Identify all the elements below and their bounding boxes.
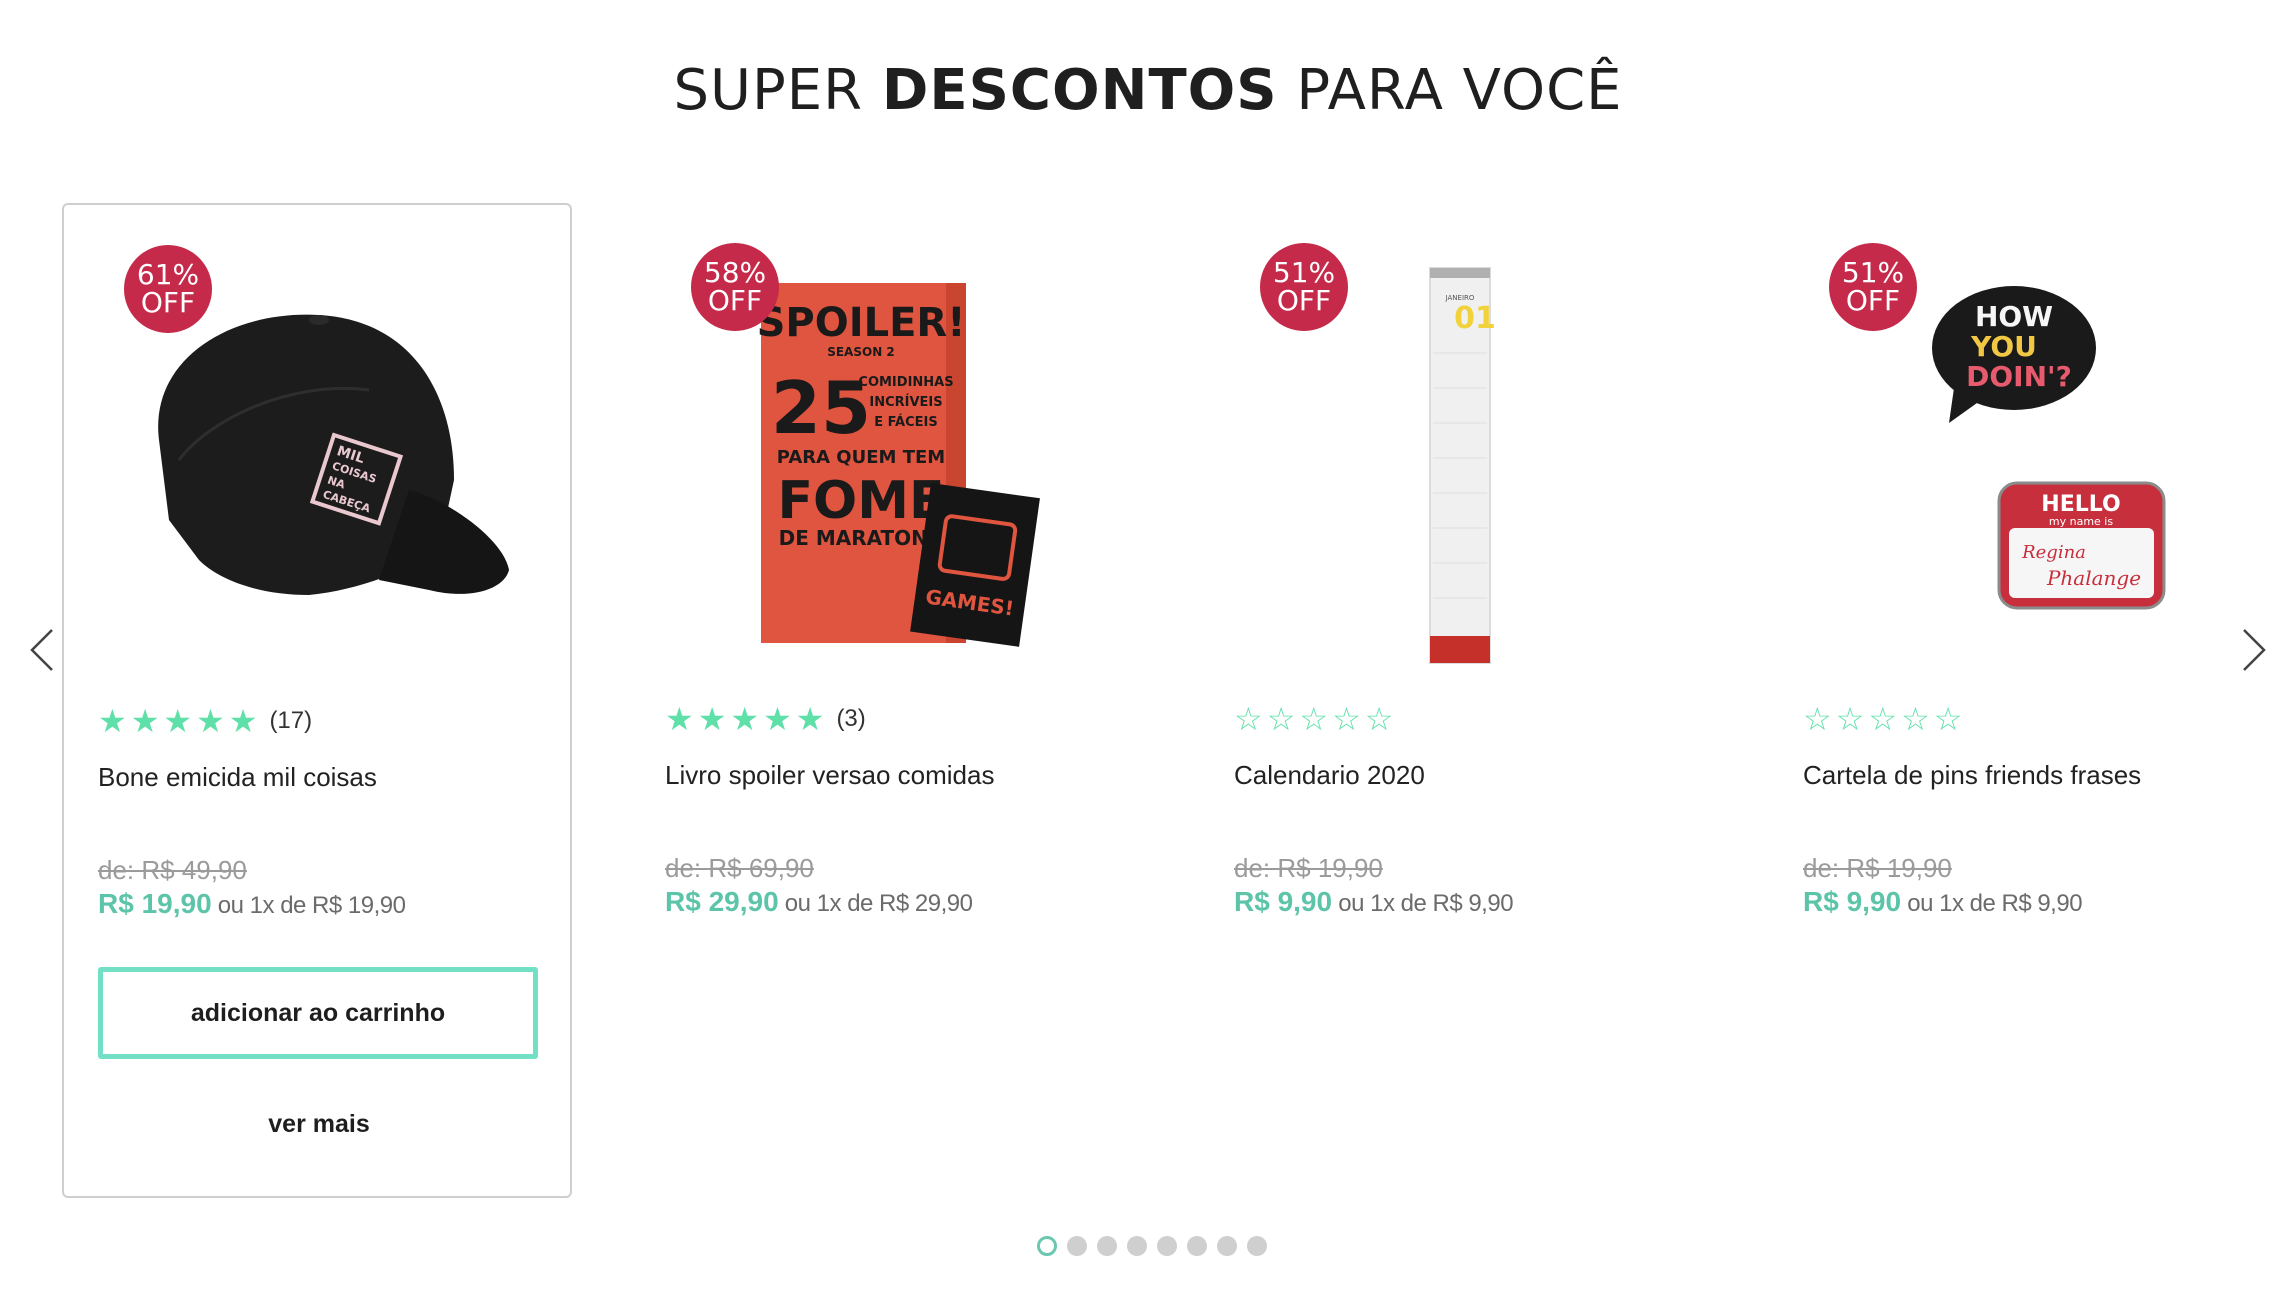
installment-text: ou 1x de R$ 19,90	[211, 892, 406, 919]
chevron-left-icon	[30, 629, 53, 671]
product-rating: ☆ ☆ ☆ ☆ ☆	[1234, 703, 1393, 735]
product-card[interactable]: 51% OFF HOW YOU DOIN'? HELLO my name is …	[1769, 203, 2279, 1198]
rating-count: (3)	[836, 705, 866, 732]
pin-text: Regina	[2021, 542, 2086, 563]
star-icon: ★	[795, 701, 825, 737]
book-title-text: PARA QUEM TEM	[777, 447, 945, 468]
book-title-text: FOME	[778, 471, 945, 531]
discount-percent: 51%	[1272, 256, 1336, 289]
discount-off-label: OFF	[707, 284, 763, 317]
product-rating: ★ ★ ★ ★ ★ (17)	[98, 705, 312, 737]
star-outline-icon: ☆	[1933, 701, 1963, 737]
new-price: R$ 9,90	[1234, 886, 1333, 917]
star-outline-icon: ☆	[1868, 701, 1898, 737]
rating-count: (17)	[269, 707, 313, 734]
price-line: R$ 9,90 ou 1x de R$ 9,90	[1234, 886, 1514, 918]
pin-text: YOU	[1970, 330, 2037, 363]
pagination-dot[interactable]	[1126, 1236, 1147, 1256]
star-outline-icon: ☆	[1364, 701, 1394, 737]
old-price: de: R$ 69,90	[665, 853, 814, 883]
book-title-text: E FÁCEIS	[874, 414, 937, 430]
new-price: R$ 19,90	[98, 888, 212, 919]
old-price: de: R$ 49,90	[98, 855, 247, 885]
discount-badge: 61% OFF	[124, 245, 212, 333]
discount-badge: 51% OFF	[1260, 243, 1348, 331]
new-price: R$ 9,90	[1803, 886, 1902, 917]
pin-text: HELLO	[2041, 492, 2120, 517]
title-light: SUPER	[673, 58, 882, 123]
product-name[interactable]: Calendario 2020	[1234, 760, 1425, 791]
pagination-dot[interactable]	[1186, 1236, 1207, 1256]
pagination-dot[interactable]	[1036, 1236, 1057, 1256]
price-line: R$ 19,90 ou 1x de R$ 19,90	[98, 888, 406, 920]
discount-percent: 51%	[1841, 256, 1905, 289]
old-price: de: R$ 19,90	[1234, 853, 1383, 883]
star-icon: ★	[196, 703, 225, 739]
price-line: R$ 29,90 ou 1x de R$ 29,90	[665, 886, 973, 918]
installment-text: ou 1x de R$ 9,90	[1901, 890, 2083, 917]
product-rating: ☆ ☆ ☆ ☆ ☆	[1803, 703, 1962, 735]
installment-text: ou 1x de R$ 9,90	[1332, 890, 1514, 917]
product-card[interactable]: 58% OFF SPOILER! SEASON 2 25 COMIDINHAS …	[631, 203, 1141, 1198]
pagination-dot[interactable]	[1156, 1236, 1177, 1256]
product-name[interactable]: Bone emicida mil coisas	[98, 762, 377, 793]
discount-off-label: OFF	[1845, 284, 1901, 317]
discount-off-label: OFF	[1276, 284, 1332, 317]
star-outline-icon: ☆	[1901, 701, 1930, 737]
book-title-text: 25	[771, 366, 871, 450]
new-price: R$ 29,90	[665, 886, 779, 917]
product-card[interactable]: 61% OFF MIL COISAS NA CABEÇA ★ ★ ★ ★ ★ (…	[62, 203, 572, 1198]
discount-percent: 58%	[703, 256, 767, 289]
star-outline-icon: ☆	[1332, 701, 1361, 737]
discount-badge: 51% OFF	[1829, 243, 1917, 331]
star-outline-icon: ☆	[1266, 701, 1296, 737]
star-outline-icon: ☆	[1234, 701, 1263, 737]
title-bold: DESCONTOS	[881, 58, 1278, 123]
book-title-text: SPOILER!	[757, 300, 966, 346]
book-title-text: DE MARATONA	[779, 526, 944, 550]
carousel-pagination	[0, 1236, 2296, 1256]
pagination-dot[interactable]	[1096, 1236, 1117, 1256]
book-title-text: SEASON 2	[827, 345, 895, 359]
product-rating: ★ ★ ★ ★ ★ (3)	[665, 703, 866, 735]
star-icon: ★	[763, 701, 792, 737]
star-icon: ★	[163, 703, 193, 739]
pagination-dot[interactable]	[1246, 1236, 1267, 1256]
title-end: PARA VOCÊ	[1277, 58, 1623, 123]
carousel-prev-button[interactable]	[22, 620, 62, 680]
pin-text: HOW	[1975, 300, 2053, 333]
old-price: de: R$ 19,90	[1803, 853, 1952, 883]
star-outline-icon: ☆	[1299, 701, 1329, 737]
discount-percent: 61%	[136, 258, 200, 291]
pagination-dot[interactable]	[1066, 1236, 1087, 1256]
star-icon: ★	[665, 701, 694, 737]
discount-off-label: OFF	[140, 286, 196, 319]
star-icon: ★	[130, 703, 160, 739]
price-line: R$ 9,90 ou 1x de R$ 9,90	[1803, 886, 2083, 918]
book-title-text: INCRÍVEIS	[869, 394, 942, 410]
section-title: SUPER DESCONTOS PARA VOCÊ	[0, 58, 2296, 123]
discount-badge: 58% OFF	[691, 243, 779, 331]
installment-text: ou 1x de R$ 29,90	[778, 890, 973, 917]
pin-text: Phalange	[2046, 566, 2141, 590]
star-outline-icon: ☆	[1835, 701, 1865, 737]
star-icon: ★	[98, 703, 127, 739]
add-to-cart-button[interactable]: adicionar ao carrinho	[98, 967, 538, 1059]
see-more-link[interactable]: ver mais	[64, 1110, 574, 1139]
book-title-text: COMIDINHAS	[858, 375, 953, 390]
star-outline-icon: ☆	[1803, 701, 1832, 737]
product-name[interactable]: Livro spoiler versao comidas	[665, 760, 994, 791]
pin-text: my name is	[2049, 515, 2113, 528]
pin-text: DOIN'?	[1966, 360, 2072, 393]
pagination-dot[interactable]	[1216, 1236, 1237, 1256]
star-icon: ★	[228, 703, 258, 739]
product-card[interactable]: 51% OFF JANEIRO 01 ☆ ☆ ☆ ☆ ☆ Calendario …	[1200, 203, 1710, 1198]
star-icon: ★	[730, 701, 760, 737]
star-icon: ★	[697, 701, 727, 737]
product-name[interactable]: Cartela de pins friends frases	[1803, 760, 2141, 791]
calendar-number-text: 01	[1454, 301, 1496, 336]
